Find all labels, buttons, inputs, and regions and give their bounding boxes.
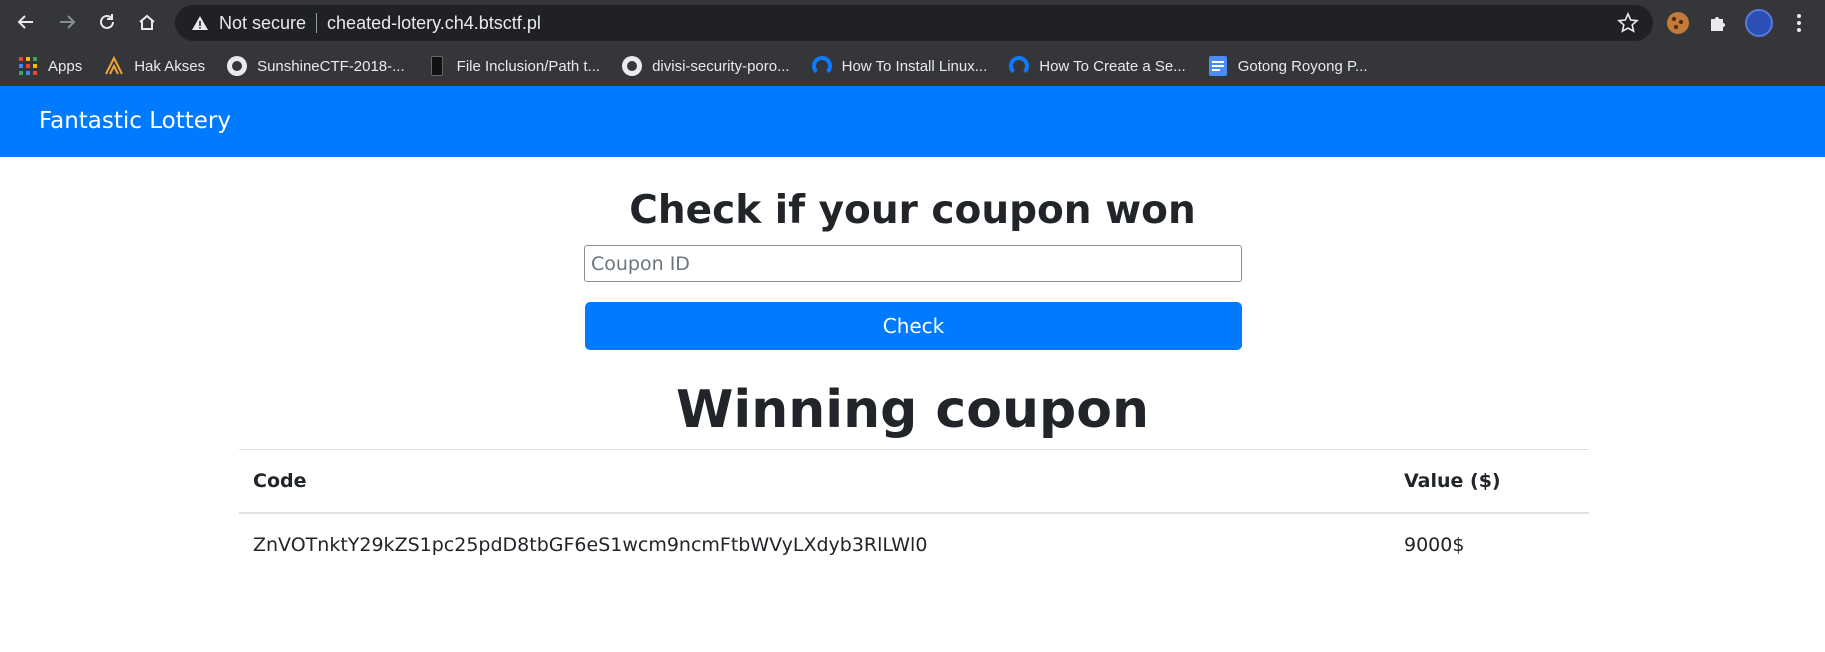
bookmark-label: SunshineCTF-2018-...: [257, 57, 405, 75]
reload-button[interactable]: [91, 6, 123, 38]
home-icon: [139, 14, 155, 30]
check-button[interactable]: Check: [585, 302, 1242, 350]
extensions-button[interactable]: [1704, 9, 1732, 37]
coupon-value-cell: 9000$: [1404, 534, 1465, 556]
avatar: [1745, 9, 1773, 37]
reload-icon: [100, 14, 114, 29]
digitalocean-icon: [811, 56, 832, 76]
column-header-code: Code: [253, 470, 307, 492]
bookmark-install-linux[interactable]: How To Install Linux...: [811, 52, 988, 80]
cookie-icon: [1667, 12, 1689, 34]
bookmark-label: Apps: [48, 57, 83, 75]
phone-icon: [427, 56, 447, 76]
bookmark-divisi-security[interactable]: divisi-security-poro...: [622, 52, 790, 80]
cookie-extension-button[interactable]: [1664, 9, 1692, 37]
menu-button[interactable]: [1785, 9, 1813, 37]
kebab-menu-icon: [1797, 14, 1801, 32]
profile-button[interactable]: [1745, 9, 1773, 37]
browser-toolbar: Not secure cheated-lotery.ch4.btsctf.pl: [0, 0, 1825, 46]
bookmark-label: divisi-security-poro...: [652, 57, 790, 75]
github-icon: [622, 56, 643, 76]
bookmark-apps[interactable]: Apps: [18, 52, 82, 80]
site-navbar: Fantastic Lottery: [0, 86, 1825, 157]
bookmark-label: How To Install Linux...: [841, 57, 988, 75]
warning-icon: [191, 14, 209, 32]
security-label[interactable]: Not secure: [219, 13, 306, 34]
check-coupon-heading: Check if your coupon won: [629, 188, 1196, 233]
bookmark-sunshinectf[interactable]: SunshineCTF-2018-...: [227, 52, 405, 80]
bookmark-hak-akses[interactable]: Hak Akses: [104, 52, 205, 80]
bookmark-file-inclusion[interactable]: File Inclusion/Path t...: [427, 52, 600, 80]
digitalocean-icon: [1009, 56, 1030, 76]
github-icon: [227, 56, 248, 76]
bookmark-gotong-royong[interactable]: Gotong Royong P...: [1208, 52, 1368, 80]
navbar-brand[interactable]: Fantastic Lottery: [39, 108, 231, 134]
bookmark-label: Gotong Royong P...: [1237, 57, 1368, 75]
coupon-code-cell: ZnVOTnktY29kZS1pc25pdD8tbGF6eS1wcm9ncmFt…: [253, 534, 928, 556]
google-docs-icon: [1208, 56, 1228, 76]
address-bar[interactable]: Not secure cheated-lotery.ch4.btsctf.pl: [175, 5, 1653, 41]
star-icon[interactable]: [1617, 12, 1639, 34]
bookmark-label: File Inclusion/Path t...: [456, 57, 601, 75]
omnibox-divider: [316, 13, 318, 33]
arrow-left-icon: [17, 15, 33, 29]
bookmarks-bar: Apps Hak Akses SunshineCTF-2018-... File…: [0, 46, 1825, 86]
back-button[interactable]: [10, 6, 42, 38]
home-button[interactable]: [131, 6, 163, 38]
hak-akses-icon: [104, 56, 124, 76]
forward-button[interactable]: [51, 6, 83, 38]
table-header-row: Code Value ($): [239, 450, 1589, 512]
url-text[interactable]: cheated-lotery.ch4.btsctf.pl: [327, 13, 541, 34]
bookmark-create-se[interactable]: How To Create a Se...: [1009, 52, 1186, 80]
browser-chrome: Not secure cheated-lotery.ch4.btsctf.pl: [0, 0, 1825, 86]
bookmark-label: How To Create a Se...: [1039, 57, 1186, 75]
bookmark-label: Hak Akses: [134, 57, 206, 75]
puzzle-icon: [1711, 17, 1725, 31]
coupon-id-input[interactable]: [584, 245, 1242, 282]
arrow-right-icon: [60, 15, 76, 29]
column-header-value: Value ($): [1404, 470, 1501, 492]
winning-coupon-heading: Winning coupon: [676, 380, 1149, 440]
apps-grid-icon: [18, 56, 38, 76]
winning-coupon-table: Code Value ($) ZnVOTnktY29kZS1pc25pdD8tb…: [239, 449, 1589, 576]
table-row: ZnVOTnktY29kZS1pc25pdD8tbGF6eS1wcm9ncmFt…: [239, 514, 1589, 576]
